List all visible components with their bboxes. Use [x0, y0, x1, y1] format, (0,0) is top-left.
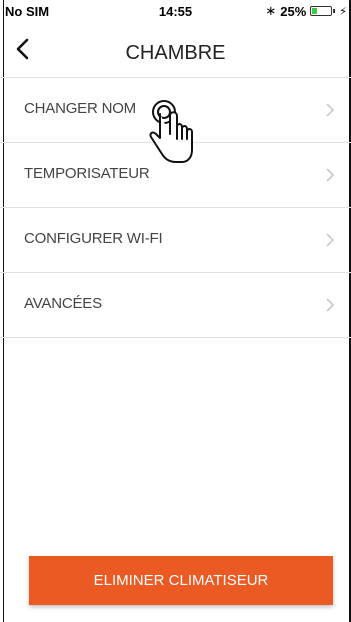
charging-icon: ⚡ [339, 5, 347, 18]
menu-item-label: AVANCÉES [24, 295, 102, 312]
status-bar: No SIM 14:55 ∗ 25% ⚡ [0, 0, 351, 22]
battery-percent: 25% [280, 3, 307, 19]
status-indicators: ∗ 25% ⚡ [265, 3, 347, 19]
chevron-right-icon [326, 233, 335, 247]
delete-climatiseur-button[interactable]: ELIMINER CLIMATISEUR [29, 556, 333, 605]
navigation-bar: CHAMBRE [0, 22, 351, 78]
menu-item-configurer-wifi[interactable]: CONFIGURER WI-FI [0, 208, 351, 273]
tap-hand-icon [149, 100, 193, 163]
screen-frame: No SIM 14:55 ∗ 25% ⚡ CHAMBRE CHANGER NOM [0, 0, 351, 622]
menu-item-avancees[interactable]: AVANCÉES [0, 273, 351, 338]
menu-item-label: CONFIGURER WI-FI [24, 230, 163, 247]
battery-tip [333, 9, 336, 13]
battery-level [312, 8, 318, 14]
page-title: CHAMBRE [125, 42, 226, 64]
battery-icon [310, 6, 333, 16]
bluetooth-icon: ∗ [265, 3, 277, 18]
chevron-right-icon [326, 168, 335, 182]
chevron-right-icon [326, 298, 335, 312]
menu-item-label: TEMPORISATEUR [24, 165, 150, 182]
menu-item-label: CHANGER NOM [24, 100, 136, 117]
chevron-right-icon [326, 103, 335, 117]
